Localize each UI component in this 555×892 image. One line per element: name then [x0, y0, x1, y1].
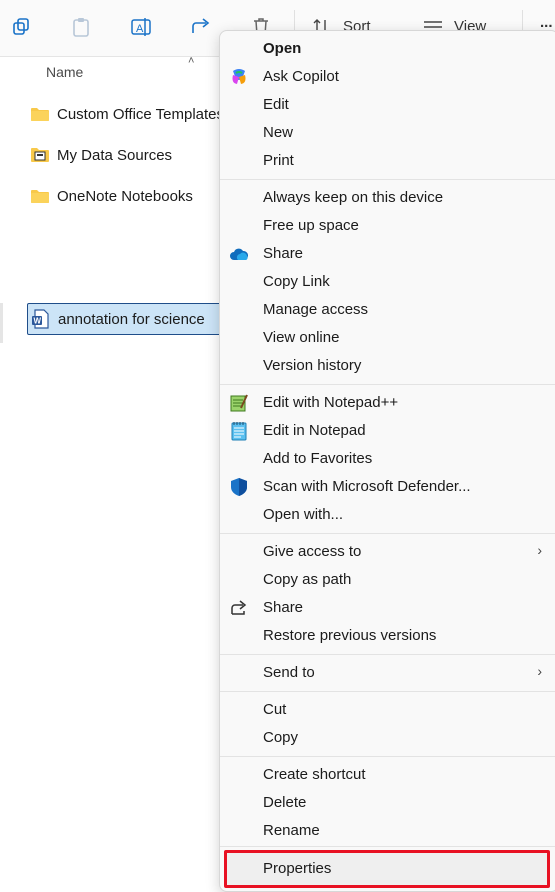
menu-item-scan-defender[interactable]: Scan with Microsoft Defender...	[220, 473, 555, 501]
menu-separator	[220, 756, 555, 757]
navigation-pane-edge	[0, 303, 3, 343]
menu-item-rename[interactable]: Rename	[220, 817, 555, 845]
share-icon	[229, 598, 249, 618]
list-item[interactable]: My Data Sources	[30, 142, 172, 168]
menu-separator	[220, 691, 555, 692]
menu-item-manage-access[interactable]: Manage access	[220, 296, 555, 324]
folder-icon	[30, 187, 50, 205]
menu-item-print[interactable]: Print	[220, 147, 555, 175]
menu-item-new[interactable]: New	[220, 119, 555, 147]
file-name: My Data Sources	[57, 146, 173, 164]
copy-icon[interactable]	[8, 14, 34, 40]
onedrive-cloud-icon	[229, 244, 249, 264]
chevron-right-icon: ›	[537, 542, 542, 558]
menu-separator	[220, 179, 555, 180]
chevron-right-icon: ›	[537, 663, 542, 679]
file-name: OneNote Notebooks	[57, 187, 193, 205]
rename-icon[interactable]: A	[128, 14, 154, 40]
menu-item-copy[interactable]: Copy	[220, 724, 555, 752]
menu-item-create-shortcut[interactable]: Create shortcut	[220, 761, 555, 789]
menu-item-edit[interactable]: Edit	[220, 91, 555, 119]
menu-separator	[220, 654, 555, 655]
list-item[interactable]: OneNote Notebooks	[30, 183, 193, 209]
see-more-button[interactable]: ...	[540, 14, 553, 31]
menu-separator	[220, 846, 555, 847]
menu-item-onedrive-share[interactable]: Share	[220, 240, 555, 268]
menu-item-give-access[interactable]: Give access to ›	[220, 538, 555, 566]
folder-icon	[30, 105, 50, 123]
menu-separator	[220, 533, 555, 534]
copilot-icon	[229, 67, 249, 87]
menu-item-view-online[interactable]: View online	[220, 324, 555, 352]
paste-icon[interactable]	[68, 14, 94, 40]
menu-separator	[220, 384, 555, 385]
menu-item-edit-notepad-plus[interactable]: Edit with Notepad++	[220, 389, 555, 417]
menu-item-share[interactable]: Share	[220, 594, 555, 622]
menu-item-copy-as-path[interactable]: Copy as path	[220, 566, 555, 594]
menu-item-version-history[interactable]: Version history	[220, 352, 555, 380]
context-menu: Open Ask Copilot Edit New Print Always k…	[219, 30, 555, 892]
menu-item-open-with[interactable]: Open with...	[220, 501, 555, 529]
file-name: annotation for science	[58, 310, 205, 328]
menu-item-always-keep[interactable]: Always keep on this device	[220, 184, 555, 212]
svg-text:W: W	[34, 317, 42, 326]
list-item-selected[interactable]: W annotation for science	[27, 303, 227, 335]
notepad-plus-plus-icon	[229, 393, 249, 413]
share-icon[interactable]	[188, 14, 214, 40]
defender-shield-icon	[229, 477, 249, 497]
menu-item-edit-notepad[interactable]: Edit in Notepad	[220, 417, 555, 445]
word-document-icon: W	[31, 309, 51, 329]
menu-item-add-to-favorites[interactable]: Add to Favorites	[220, 445, 555, 473]
menu-item-delete[interactable]: Delete	[220, 789, 555, 817]
sort-ascending-icon: ˄	[188, 55, 195, 67]
menu-item-restore-previous[interactable]: Restore previous versions	[220, 622, 555, 650]
menu-item-cut[interactable]: Cut	[220, 696, 555, 724]
list-item[interactable]: Custom Office Templates	[30, 101, 224, 127]
notepad-icon	[229, 421, 249, 441]
menu-item-free-up-space[interactable]: Free up space	[220, 212, 555, 240]
menu-item-properties[interactable]: Properties	[220, 855, 555, 883]
menu-item-ask-copilot[interactable]: Ask Copilot	[220, 63, 555, 91]
menu-item-send-to[interactable]: Send to ›	[220, 659, 555, 687]
menu-item-open[interactable]: Open	[220, 35, 555, 63]
svg-text:A: A	[136, 23, 144, 35]
file-name: Custom Office Templates	[57, 105, 225, 123]
menu-item-copy-link[interactable]: Copy Link	[220, 268, 555, 296]
data-sources-folder-icon	[30, 146, 50, 164]
column-header-name[interactable]: Name	[46, 64, 83, 80]
